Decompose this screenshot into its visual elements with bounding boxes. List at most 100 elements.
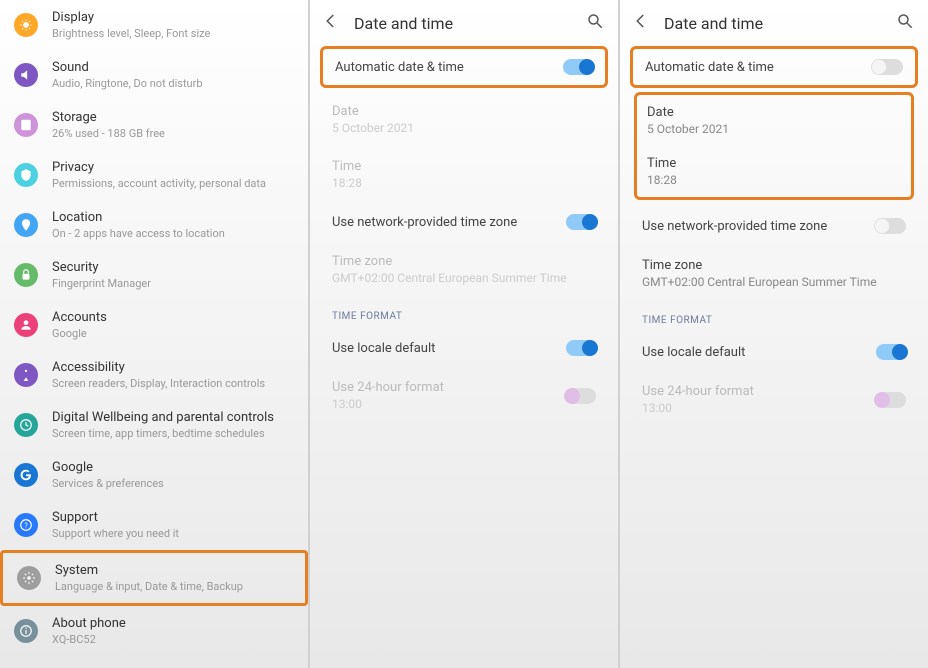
time-row: Time 18:28 <box>310 147 618 202</box>
page-title: Date and time <box>664 14 882 33</box>
settings-item-title: Display <box>52 10 294 25</box>
automatic-date-time-toggle[interactable] <box>873 59 903 75</box>
search-icon[interactable] <box>586 12 604 34</box>
time-label: Time <box>647 156 901 171</box>
time-label: Time <box>332 159 596 174</box>
settings-item-title: About phone <box>52 616 294 631</box>
timezone-label: Time zone <box>332 254 596 269</box>
wellbeing-icon <box>14 413 38 437</box>
svg-text:?: ? <box>24 522 28 530</box>
settings-item-subtitle: Google <box>52 327 294 340</box>
locale-default-row[interactable]: Use locale default <box>310 328 618 368</box>
security-icon <box>14 263 38 287</box>
network-timezone-row[interactable]: Use network-provided time zone <box>620 206 928 246</box>
timezone-value: GMT+02:00 Central European Summer Time <box>642 275 906 289</box>
locale-default-row[interactable]: Use locale default <box>620 332 928 372</box>
support-icon: ? <box>14 513 38 537</box>
settings-item-title: Location <box>52 210 294 225</box>
settings-item-accessibility[interactable]: AccessibilityScreen readers, Display, In… <box>0 350 308 400</box>
location-icon <box>14 213 38 237</box>
date-label: Date <box>332 104 596 119</box>
time-value: 18:28 <box>647 173 901 187</box>
automatic-date-time-row[interactable]: Automatic date & time <box>323 49 605 85</box>
network-timezone-toggle[interactable] <box>566 214 596 230</box>
use-24h-value: 13:00 <box>332 397 566 411</box>
settings-item-title: System <box>55 563 291 578</box>
use-24h-value: 13:00 <box>642 401 876 415</box>
settings-item-title: Accounts <box>52 310 294 325</box>
settings-item-title: Support <box>52 510 294 525</box>
back-icon[interactable] <box>632 12 650 34</box>
accounts-icon <box>14 313 38 337</box>
time-format-section: TIME FORMAT <box>310 297 618 328</box>
settings-item-title: Sound <box>52 60 294 75</box>
system-icon <box>17 566 41 590</box>
settings-item-subtitle: Screen time, app timers, bedtime schedul… <box>52 427 294 440</box>
highlight-auto-date-time: Automatic date & time <box>320 46 608 88</box>
about-icon <box>14 619 38 643</box>
settings-item-subtitle: 26% used - 188 GB free <box>52 127 294 140</box>
network-timezone-label: Use network-provided time zone <box>332 215 566 230</box>
settings-item-title: Security <box>52 260 294 275</box>
display-icon <box>14 13 38 37</box>
settings-item-subtitle: Fingerprint Manager <box>52 277 294 290</box>
timezone-label: Time zone <box>642 258 906 273</box>
settings-item-privacy[interactable]: Privacy Permissions, account activity, pe… <box>0 150 308 200</box>
settings-item-subtitle: Services & preferences <box>52 477 294 490</box>
settings-item-google[interactable]: Google Services & preferences <box>0 450 308 500</box>
settings-item-display[interactable]: Display Brightness level, Sleep, Font siz… <box>0 0 308 50</box>
timezone-row: Time zone GMT+02:00 Central European Sum… <box>310 242 618 297</box>
settings-item-about-phone[interactable]: About phoneXQ-BC52 <box>0 606 308 656</box>
settings-item-subtitle: Brightness level, Sleep, Font size <box>52 27 294 40</box>
settings-item-subtitle: On - 2 apps have access to location <box>52 227 294 240</box>
settings-item-security[interactable]: Security Fingerprint Manager <box>0 250 308 300</box>
use-24h-row: Use 24-hour format 13:00 <box>620 372 928 427</box>
settings-item-subtitle: Language & input, Date & time, Backup <box>55 580 291 593</box>
settings-item-storage[interactable]: Storage26% used - 188 GB free <box>0 100 308 150</box>
date-value: 5 October 2021 <box>647 122 901 136</box>
date-time-pane-auto-on: Date and time Automatic date & time Date… <box>310 0 620 668</box>
locale-default-label: Use locale default <box>332 341 566 356</box>
use-24h-toggle <box>876 392 906 408</box>
date-label: Date <box>647 105 901 120</box>
search-icon[interactable] <box>896 12 914 34</box>
settings-item-title: Google <box>52 460 294 475</box>
highlight-auto-date-time: Automatic date & time <box>630 46 918 88</box>
settings-item-support[interactable]: ?SupportSupport where you need it <box>0 500 308 550</box>
settings-item-title: Digital Wellbeing and parental controls <box>52 410 294 425</box>
locale-default-label: Use locale default <box>642 345 876 360</box>
locale-default-toggle[interactable] <box>876 344 906 360</box>
storage-icon <box>14 113 38 137</box>
automatic-date-time-label: Automatic date & time <box>335 60 563 75</box>
timezone-row[interactable]: Time zone GMT+02:00 Central European Sum… <box>620 246 928 301</box>
accessibility-icon <box>14 363 38 387</box>
use-24h-toggle <box>566 388 596 404</box>
locale-default-toggle[interactable] <box>566 340 596 356</box>
time-value: 18:28 <box>332 176 596 190</box>
settings-item-sound[interactable]: Sound Audio, Ringtone, Do not disturb <box>0 50 308 100</box>
use-24h-label: Use 24-hour format <box>642 384 876 399</box>
back-icon[interactable] <box>322 12 340 34</box>
date-row: Date 5 October 2021 <box>310 92 618 147</box>
network-timezone-label: Use network-provided time zone <box>642 219 876 234</box>
date-row[interactable]: Date 5 October 2021 <box>637 95 911 146</box>
settings-item-subtitle: Audio, Ringtone, Do not disturb <box>52 77 294 90</box>
network-timezone-row[interactable]: Use network-provided time zone <box>310 202 618 242</box>
automatic-date-time-toggle[interactable] <box>563 59 593 75</box>
timezone-value: GMT+02:00 Central European Summer Time <box>332 271 596 285</box>
automatic-date-time-row[interactable]: Automatic date & time <box>633 49 915 85</box>
highlight-date-time-block: Date 5 October 2021 Time 18:28 <box>634 92 914 200</box>
date-time-pane-auto-off: Date and time Automatic date & time Date… <box>620 0 928 668</box>
settings-item-digital-wellbeing-and-parental-controls[interactable]: Digital Wellbeing and parental controls S… <box>0 400 308 450</box>
settings-item-accounts[interactable]: Accounts Google <box>0 300 308 350</box>
privacy-icon <box>14 163 38 187</box>
use-24h-label: Use 24-hour format <box>332 380 566 395</box>
settings-item-subtitle: Permissions, account activity, personal … <box>52 177 294 190</box>
network-timezone-toggle[interactable] <box>876 218 906 234</box>
settings-item-title: Privacy <box>52 160 294 175</box>
settings-item-system[interactable]: System Language & input, Date & time, Bac… <box>0 550 308 606</box>
settings-item-location[interactable]: Location On - 2 apps have access to locat… <box>0 200 308 250</box>
use-24h-row: Use 24-hour format 13:00 <box>310 368 618 423</box>
time-row[interactable]: Time 18:28 <box>637 146 911 197</box>
settings-item-title: Accessibility <box>52 360 294 375</box>
